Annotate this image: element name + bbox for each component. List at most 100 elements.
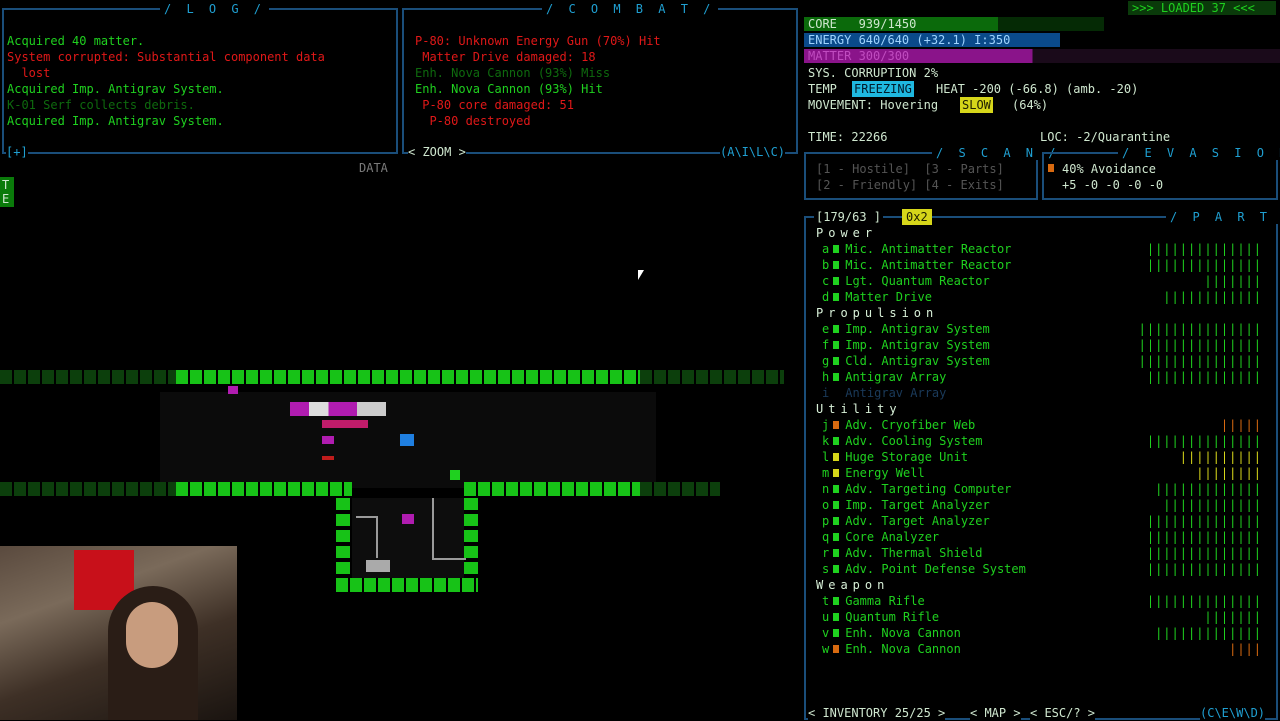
part-slot-s[interactable]: s Adv. Point Defense System	[822, 561, 1026, 577]
part-slot-a[interactable]: a Mic. Antimatter Reactor	[822, 241, 1011, 257]
part-slot-q[interactable]: q Core Analyzer	[822, 529, 939, 545]
part-status-icon	[833, 453, 840, 461]
part-slot-n[interactable]: n Adv. Targeting Computer	[822, 481, 1011, 497]
part-status-icon	[833, 373, 840, 381]
part-status-icon	[833, 629, 840, 637]
part-integrity-bar: ||||||||||||||	[1146, 562, 1262, 576]
part-key: u	[822, 610, 830, 624]
parts-category-utility: Utility	[816, 402, 902, 416]
part-slot-t[interactable]: t Gamma Rifle	[822, 593, 925, 609]
robot-hostile[interactable]	[402, 514, 414, 524]
machine-part[interactable]	[366, 560, 390, 572]
part-status-icon	[833, 517, 840, 525]
parts-filter-button[interactable]: (C\E\W\D)	[1200, 705, 1266, 721]
part-integrity-bar: ||||||||||||||	[1146, 530, 1262, 544]
part-slot-w[interactable]: w Enh. Nova Cannon	[822, 641, 961, 657]
inventory-button[interactable]: < INVENTORY 25/25 >	[808, 705, 946, 721]
part-slot-f[interactable]: f Imp. Antigrav System	[822, 337, 990, 353]
part-name: Adv. Cryofiber Web	[845, 418, 976, 432]
part-integrity-bar: |||||||||||||||	[1138, 322, 1262, 336]
map-wall-room-right	[464, 498, 478, 590]
scan-row-2[interactable]: [2 - Friendly] [4 - Exits]	[816, 177, 1004, 193]
part-status-icon	[833, 469, 840, 477]
map-wall-room-bottom	[336, 578, 478, 592]
robot-hostile[interactable]	[228, 386, 238, 394]
part-key: l	[822, 450, 830, 464]
esc-help-button[interactable]: < ESC/? >	[1030, 705, 1096, 721]
part-slot-b[interactable]: b Mic. Antimatter Reactor	[822, 257, 1011, 273]
part-name: Cld. Antigrav System	[845, 354, 990, 368]
part-name: Imp. Antigrav System	[845, 322, 990, 336]
part-integrity-bar: |||||||||||||||	[1138, 354, 1262, 368]
part-integrity-bar: ||||||||||||	[1163, 498, 1262, 512]
combat-line: Enh. Nova Cannon (93%) Miss	[415, 66, 611, 80]
part-slot-g[interactable]: g Cld. Antigrav System	[822, 353, 990, 369]
part-name: Mic. Antimatter Reactor	[845, 242, 1012, 256]
part-slot-m[interactable]: m Energy Well	[822, 465, 925, 481]
log-line: Acquired 40 matter.	[7, 34, 145, 48]
part-slot-e[interactable]: e Imp. Antigrav System	[822, 321, 990, 337]
part-status-icon	[833, 613, 840, 621]
map-button[interactable]: < MAP >	[970, 705, 1021, 721]
movement-state: SLOW	[960, 97, 993, 113]
part-status-icon	[833, 389, 839, 397]
part-name: Imp. Antigrav System	[845, 338, 990, 352]
part-integrity-bar: ||||||||||||||	[1146, 434, 1262, 448]
part-integrity-bar: ||||||||||||||	[1146, 370, 1262, 384]
part-slot-p[interactable]: p Adv. Target Analyzer	[822, 513, 990, 529]
part-integrity-bar: |||||||	[1204, 610, 1262, 624]
part-slot-r[interactable]: r Adv. Thermal Shield	[822, 545, 983, 561]
zoom-control[interactable]: < ZOOM >	[408, 144, 466, 160]
log-line: K-01 Serf collects debris.	[7, 98, 195, 112]
part-status-icon	[833, 293, 840, 301]
part-slot-u[interactable]: u Quantum Rifle	[822, 609, 939, 625]
part-key: o	[822, 498, 830, 512]
scan-row-1[interactable]: [1 - Hostile] [3 - Parts]	[816, 161, 1004, 177]
map-wall-top	[176, 370, 640, 384]
item-on-ground[interactable]	[450, 470, 460, 480]
log-expand-button[interactable]: [+]	[6, 144, 28, 160]
part-slot-l[interactable]: l Huge Storage Unit	[822, 449, 968, 465]
part-name: Antigrav Array	[845, 370, 947, 384]
part-slot-c[interactable]: c Lgt. Quantum Reactor	[822, 273, 990, 289]
log-line: Acquired Imp. Antigrav System.	[7, 114, 224, 128]
location-readout: LOC: -2/Quarantine	[1040, 130, 1171, 144]
robot-hostile-cluster[interactable]	[290, 402, 386, 416]
combat-filter-button[interactable]: (A\I\L\C)	[720, 144, 786, 160]
part-status-icon	[833, 437, 840, 445]
robot-hostile[interactable]	[322, 436, 334, 444]
part-slot-k[interactable]: k Adv. Cooling System	[822, 433, 983, 449]
machine-part[interactable]	[432, 498, 466, 560]
movement-label: MOVEMENT: Hovering	[808, 98, 939, 112]
combat-line: Matter Drive damaged: 18	[415, 50, 596, 64]
part-name: Adv. Thermal Shield	[845, 546, 983, 560]
part-key: i	[822, 386, 830, 400]
energy-bar: ENERGY 640/640 (+32.1) I:350	[804, 33, 1060, 47]
part-slot-i[interactable]: i Antigrav Array	[822, 385, 946, 401]
part-slot-h[interactable]: h Antigrav Array	[822, 369, 946, 385]
map-wall-bottom-right	[464, 482, 640, 496]
part-slot-d[interactable]: d Matter Drive	[822, 289, 932, 305]
part-name: Adv. Cooling System	[845, 434, 983, 448]
part-key: v	[822, 626, 830, 640]
robot-hostile[interactable]	[322, 456, 334, 460]
part-slot-j[interactable]: j Adv. Cryofiber Web	[822, 417, 975, 433]
part-slot-o[interactable]: o Imp. Target Analyzer	[822, 497, 990, 513]
combat-line: P-80: Unknown Energy Gun (70%) Hit	[415, 34, 661, 48]
map-wall-room-left	[336, 498, 350, 590]
part-status-icon	[833, 597, 840, 605]
part-key: c	[822, 274, 830, 288]
log-line: System corrupted: Substantial component …	[7, 50, 325, 64]
part-slot-v[interactable]: v Enh. Nova Cannon	[822, 625, 961, 641]
part-status-icon	[833, 501, 840, 509]
loaded-text: >>> LOADED 37 <<<	[1132, 1, 1255, 15]
part-key: n	[822, 482, 830, 496]
parts-mode[interactable]: 0x2	[902, 209, 932, 225]
part-status-icon	[833, 533, 840, 541]
combat-line: P-80 core damaged: 51	[415, 98, 574, 112]
machine-part[interactable]	[356, 516, 378, 558]
part-key: h	[822, 370, 830, 384]
part-key: a	[822, 242, 830, 256]
robot-hostile[interactable]	[322, 420, 368, 428]
player-robot[interactable]	[400, 434, 414, 446]
